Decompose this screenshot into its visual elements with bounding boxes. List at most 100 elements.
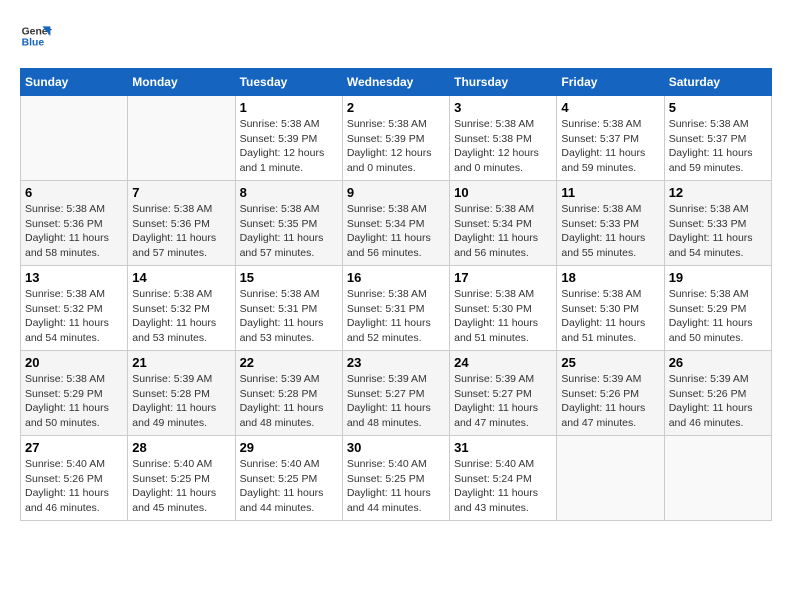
day-number: 30 [347,440,445,455]
col-header-friday: Friday [557,69,664,96]
day-number: 4 [561,100,659,115]
calendar-cell: 2 Sunrise: 5:38 AM Sunset: 5:39 PM Daylig… [342,96,449,181]
day-number: 3 [454,100,552,115]
day-info: Sunrise: 5:38 AM Sunset: 5:30 PM Dayligh… [454,287,552,346]
calendar-cell: 27Sunrise: 5:40 AM Sunset: 5:26 PM Dayli… [21,436,128,521]
day-info: Sunrise: 5:39 AM Sunset: 5:27 PM Dayligh… [347,372,445,431]
day-info: Sunrise: 5:40 AM Sunset: 5:24 PM Dayligh… [454,457,552,516]
header-row: SundayMondayTuesdayWednesdayThursdayFrid… [21,69,772,96]
calendar-cell: 23Sunrise: 5:39 AM Sunset: 5:27 PM Dayli… [342,351,449,436]
day-number: 15 [240,270,338,285]
week-row-2: 6 Sunrise: 5:38 AM Sunset: 5:36 PM Daylig… [21,181,772,266]
logo-icon: General Blue [20,20,52,52]
calendar-cell: 20Sunrise: 5:38 AM Sunset: 5:29 PM Dayli… [21,351,128,436]
day-info: Sunrise: 5:38 AM Sunset: 5:33 PM Dayligh… [669,202,767,261]
col-header-thursday: Thursday [450,69,557,96]
day-number: 24 [454,355,552,370]
day-info: Sunrise: 5:40 AM Sunset: 5:25 PM Dayligh… [240,457,338,516]
day-number: 17 [454,270,552,285]
day-info: Sunrise: 5:38 AM Sunset: 5:31 PM Dayligh… [347,287,445,346]
calendar-cell: 12Sunrise: 5:38 AM Sunset: 5:33 PM Dayli… [664,181,771,266]
day-info: Sunrise: 5:38 AM Sunset: 5:29 PM Dayligh… [669,287,767,346]
calendar-cell: 18 Sunrise: 5:38 AM Sunset: 5:30 PM Dayli… [557,266,664,351]
day-number: 2 [347,100,445,115]
calendar-cell [21,96,128,181]
day-info: Sunrise: 5:38 AM Sunset: 5:36 PM Dayligh… [25,202,123,261]
day-number: 9 [347,185,445,200]
day-info: Sunrise: 5:38 AM Sunset: 5:39 PM Dayligh… [347,117,445,176]
calendar-cell: 8 Sunrise: 5:38 AM Sunset: 5:35 PM Daylig… [235,181,342,266]
week-row-5: 27Sunrise: 5:40 AM Sunset: 5:26 PM Dayli… [21,436,772,521]
day-info: Sunrise: 5:40 AM Sunset: 5:26 PM Dayligh… [25,457,123,516]
calendar-cell: 19Sunrise: 5:38 AM Sunset: 5:29 PM Dayli… [664,266,771,351]
day-info: Sunrise: 5:39 AM Sunset: 5:26 PM Dayligh… [669,372,767,431]
col-header-wednesday: Wednesday [342,69,449,96]
svg-text:Blue: Blue [22,38,45,49]
day-info: Sunrise: 5:38 AM Sunset: 5:33 PM Dayligh… [561,202,659,261]
calendar-cell: 17 Sunrise: 5:38 AM Sunset: 5:30 PM Dayli… [450,266,557,351]
calendar-cell: 7Sunrise: 5:38 AM Sunset: 5:36 PM Daylig… [128,181,235,266]
calendar-cell [128,96,235,181]
calendar-cell: 9 Sunrise: 5:38 AM Sunset: 5:34 PM Daylig… [342,181,449,266]
day-info: Sunrise: 5:39 AM Sunset: 5:27 PM Dayligh… [454,372,552,431]
day-number: 22 [240,355,338,370]
day-info: Sunrise: 5:38 AM Sunset: 5:34 PM Dayligh… [454,202,552,261]
day-info: Sunrise: 5:40 AM Sunset: 5:25 PM Dayligh… [347,457,445,516]
calendar-header: SundayMondayTuesdayWednesdayThursdayFrid… [21,69,772,96]
day-info: Sunrise: 5:38 AM Sunset: 5:35 PM Dayligh… [240,202,338,261]
day-number: 14 [132,270,230,285]
calendar-cell: 4 Sunrise: 5:38 AM Sunset: 5:37 PM Daylig… [557,96,664,181]
header: General Blue [20,20,772,52]
day-info: Sunrise: 5:38 AM Sunset: 5:34 PM Dayligh… [347,202,445,261]
week-row-3: 13 Sunrise: 5:38 AM Sunset: 5:32 PM Dayli… [21,266,772,351]
calendar-cell: 11 Sunrise: 5:38 AM Sunset: 5:33 PM Dayli… [557,181,664,266]
day-info: Sunrise: 5:38 AM Sunset: 5:38 PM Dayligh… [454,117,552,176]
calendar-body: 1 Sunrise: 5:38 AM Sunset: 5:39 PM Daylig… [21,96,772,521]
day-number: 1 [240,100,338,115]
calendar-cell: 15 Sunrise: 5:38 AM Sunset: 5:31 PM Dayli… [235,266,342,351]
day-info: Sunrise: 5:40 AM Sunset: 5:25 PM Dayligh… [132,457,230,516]
calendar-cell: 31 Sunrise: 5:40 AM Sunset: 5:24 PM Dayli… [450,436,557,521]
day-info: Sunrise: 5:38 AM Sunset: 5:37 PM Dayligh… [561,117,659,176]
day-info: Sunrise: 5:38 AM Sunset: 5:37 PM Dayligh… [669,117,767,176]
calendar-cell: 16 Sunrise: 5:38 AM Sunset: 5:31 PM Dayli… [342,266,449,351]
day-number: 16 [347,270,445,285]
day-info: Sunrise: 5:39 AM Sunset: 5:28 PM Dayligh… [132,372,230,431]
calendar-cell: 26Sunrise: 5:39 AM Sunset: 5:26 PM Dayli… [664,351,771,436]
day-number: 6 [25,185,123,200]
calendar-cell: 29 Sunrise: 5:40 AM Sunset: 5:25 PM Dayli… [235,436,342,521]
day-number: 18 [561,270,659,285]
week-row-4: 20Sunrise: 5:38 AM Sunset: 5:29 PM Dayli… [21,351,772,436]
day-number: 8 [240,185,338,200]
calendar-cell: 5Sunrise: 5:38 AM Sunset: 5:37 PM Daylig… [664,96,771,181]
day-number: 7 [132,185,230,200]
logo: General Blue [20,20,56,52]
day-info: Sunrise: 5:38 AM Sunset: 5:39 PM Dayligh… [240,117,338,176]
day-number: 11 [561,185,659,200]
col-header-sunday: Sunday [21,69,128,96]
calendar-cell: 24 Sunrise: 5:39 AM Sunset: 5:27 PM Dayli… [450,351,557,436]
day-number: 20 [25,355,123,370]
calendar-cell: 14 Sunrise: 5:38 AM Sunset: 5:32 PM Dayli… [128,266,235,351]
calendar-cell [664,436,771,521]
calendar-cell: 6 Sunrise: 5:38 AM Sunset: 5:36 PM Daylig… [21,181,128,266]
calendar-cell: 3 Sunrise: 5:38 AM Sunset: 5:38 PM Daylig… [450,96,557,181]
calendar-cell: 28 Sunrise: 5:40 AM Sunset: 5:25 PM Dayli… [128,436,235,521]
calendar-table: SundayMondayTuesdayWednesdayThursdayFrid… [20,68,772,521]
day-info: Sunrise: 5:38 AM Sunset: 5:31 PM Dayligh… [240,287,338,346]
day-number: 25 [561,355,659,370]
calendar-cell: 1 Sunrise: 5:38 AM Sunset: 5:39 PM Daylig… [235,96,342,181]
day-number: 29 [240,440,338,455]
day-info: Sunrise: 5:38 AM Sunset: 5:32 PM Dayligh… [132,287,230,346]
day-info: Sunrise: 5:38 AM Sunset: 5:30 PM Dayligh… [561,287,659,346]
day-number: 13 [25,270,123,285]
calendar-cell: 10 Sunrise: 5:38 AM Sunset: 5:34 PM Dayli… [450,181,557,266]
day-number: 10 [454,185,552,200]
col-header-saturday: Saturday [664,69,771,96]
day-info: Sunrise: 5:39 AM Sunset: 5:26 PM Dayligh… [561,372,659,431]
day-number: 31 [454,440,552,455]
calendar-cell: 30 Sunrise: 5:40 AM Sunset: 5:25 PM Dayli… [342,436,449,521]
day-info: Sunrise: 5:38 AM Sunset: 5:32 PM Dayligh… [25,287,123,346]
week-row-1: 1 Sunrise: 5:38 AM Sunset: 5:39 PM Daylig… [21,96,772,181]
day-number: 28 [132,440,230,455]
